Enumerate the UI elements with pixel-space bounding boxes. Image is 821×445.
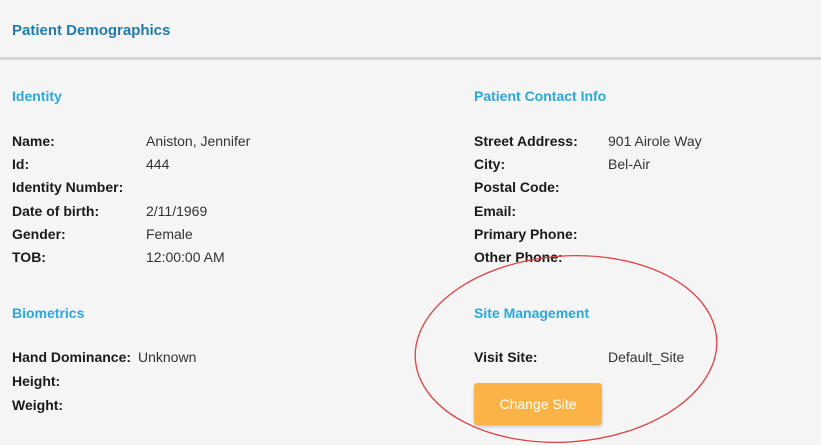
identity-dob-label: Date of birth: bbox=[12, 203, 100, 219]
identity-name-value: Aniston, Jennifer bbox=[146, 133, 251, 149]
biometrics-hand-value: Unknown bbox=[138, 349, 197, 365]
contact-email-label: Email: bbox=[474, 203, 517, 219]
contact-street-label: Street Address: bbox=[474, 133, 578, 149]
identity-number-label: Identity Number: bbox=[12, 179, 124, 195]
contact-other-phone-label: Other Phone: bbox=[474, 249, 563, 265]
visit-site-label: Visit Site: bbox=[474, 349, 538, 365]
visit-site-value: Default_Site bbox=[608, 349, 685, 365]
biometrics-heading: Biometrics bbox=[12, 305, 85, 321]
identity-heading: Identity bbox=[12, 88, 62, 104]
identity-id-label: Id: bbox=[12, 156, 30, 172]
change-site-button[interactable]: Change Site bbox=[474, 383, 602, 425]
contact-postal-label: Postal Code: bbox=[474, 179, 560, 195]
identity-name-label: Name: bbox=[12, 133, 55, 149]
identity-id-value: 444 bbox=[146, 156, 170, 172]
site-management-heading: Site Management bbox=[474, 305, 590, 321]
patient-demographics-panel: Patient Demographics Identity Name: Anis… bbox=[0, 0, 821, 445]
contact-heading: Patient Contact Info bbox=[474, 88, 607, 104]
identity-gender-value: Female bbox=[146, 226, 193, 242]
annotation-ellipse bbox=[414, 254, 718, 444]
contact-primary-phone-label: Primary Phone: bbox=[474, 226, 578, 242]
biometrics-height-label: Height: bbox=[12, 373, 61, 389]
biometrics-hand-label: Hand Dominance: bbox=[12, 349, 132, 365]
identity-gender-label: Gender: bbox=[12, 226, 66, 242]
identity-tob-value: 12:00:00 AM bbox=[146, 249, 225, 265]
contact-street-value: 901 Airole Way bbox=[608, 133, 702, 149]
contact-city-value: Bel-Air bbox=[608, 156, 651, 172]
identity-tob-label: TOB: bbox=[12, 249, 46, 265]
identity-dob-value: 2/11/1969 bbox=[146, 203, 208, 219]
biometrics-weight-label: Weight: bbox=[12, 397, 64, 413]
panel-title: Patient Demographics bbox=[12, 22, 171, 39]
title-divider bbox=[0, 57, 821, 60]
contact-city-label: City: bbox=[474, 156, 506, 172]
